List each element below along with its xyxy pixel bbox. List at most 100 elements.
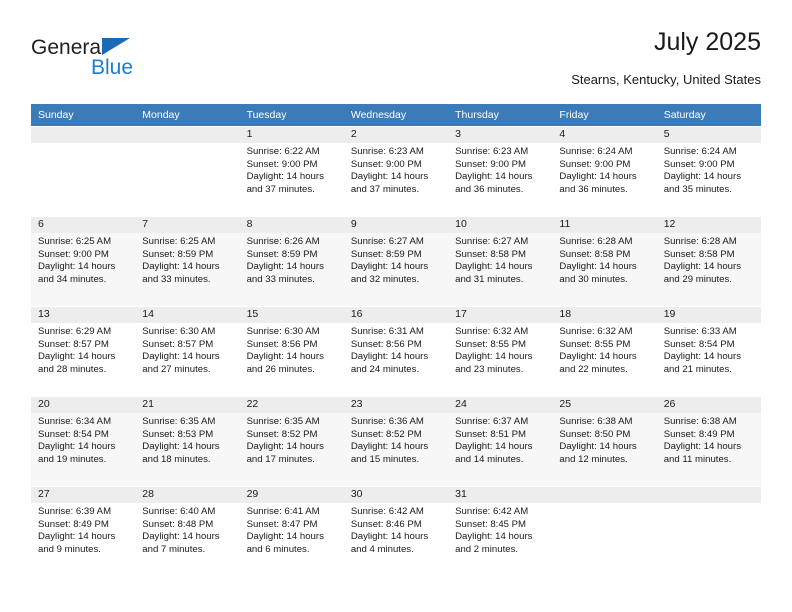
daylight-minutes-text: and 32 minutes. bbox=[350, 273, 420, 285]
calendar-day-cell[interactable]: 6 Sunrise: 6:25 AM Sunset: 9:00 PM Daylight… bbox=[31, 216, 136, 306]
daylight-text: Daylight: 14 hours bbox=[246, 531, 324, 543]
calendar-day-cell[interactable]: 17 Sunrise: 6:32 AM Sunset: 8:55 PM Dayligh… bbox=[448, 306, 553, 396]
daylight-minutes-text: and 31 minutes. bbox=[455, 273, 524, 285]
sunrise-text: Sunrise: 6:38 AM bbox=[559, 416, 633, 427]
day-cell-inner bbox=[31, 126, 136, 216]
sunrise-text: Sunrise: 6:35 AM bbox=[246, 416, 320, 427]
calendar-day-cell[interactable]: 16 Sunrise: 6:31 AM Sunset: 8:56 PM Dayligh… bbox=[343, 306, 449, 396]
day-number: 23 bbox=[343, 396, 449, 413]
calendar-day-cell[interactable]: 1 Sunrise: 6:22 AM Sunset: 9:00 PM Daylight… bbox=[239, 126, 344, 216]
calendar-day-cell[interactable]: 2 Sunrise: 6:23 AM Sunset: 9:00 PM Daylight… bbox=[343, 126, 449, 216]
day-number: 15 bbox=[239, 306, 344, 323]
sunset-text: Sunset: 8:51 PM bbox=[455, 428, 527, 440]
calendar-day-cell[interactable]: 11 Sunrise: 6:28 AM Sunset: 8:58 PM Dayligh… bbox=[552, 216, 657, 306]
sunrise-text: Sunrise: 6:37 AM bbox=[455, 416, 529, 427]
calendar-day-cell[interactable]: 21 Sunrise: 6:35 AM Sunset: 8:53 PM Dayligh… bbox=[135, 396, 240, 486]
sunset-text: Sunset: 8:56 PM bbox=[246, 338, 318, 350]
day-details: Sunrise: 6:34 AM Sunset: 8:54 PM Daylight:… bbox=[31, 413, 135, 466]
calendar-day-cell[interactable]: 29 Sunrise: 6:41 AM Sunset: 8:47 PM Dayligh… bbox=[239, 486, 344, 576]
daylight-minutes-text: and 36 minutes. bbox=[559, 183, 628, 195]
daylight-text: Daylight: 14 hours bbox=[350, 171, 429, 183]
sunset-text: Sunset: 9:00 PM bbox=[559, 158, 631, 170]
general-blue-logo[interactable]: General Blue bbox=[31, 36, 211, 92]
day-number: 29 bbox=[239, 486, 344, 503]
calendar-day-cell[interactable]: 14 Sunrise: 6:30 AM Sunset: 8:57 PM Dayligh… bbox=[135, 306, 240, 396]
calendar-day-cell[interactable]: 9 Sunrise: 6:27 AM Sunset: 8:59 PM Daylight… bbox=[343, 216, 449, 306]
day-cell-inner: 24 Sunrise: 6:37 AM Sunset: 8:51 PM Dayligh… bbox=[448, 396, 553, 486]
calendar-day-cell[interactable]: 19 Sunrise: 6:33 AM Sunset: 8:54 PM Dayligh… bbox=[656, 306, 761, 396]
calendar-day-cell[interactable]: 25 Sunrise: 6:38 AM Sunset: 8:50 PM Dayligh… bbox=[552, 396, 657, 486]
sunset-text: Sunset: 8:46 PM bbox=[350, 518, 422, 530]
day-cell-inner: 7 Sunrise: 6:25 AM Sunset: 8:59 PM Daylight… bbox=[135, 216, 240, 306]
sunset-text: Sunset: 8:58 PM bbox=[455, 248, 527, 260]
daylight-minutes-text: and 18 minutes. bbox=[142, 453, 211, 465]
calendar-day-cell[interactable]: 27 Sunrise: 6:39 AM Sunset: 8:49 PM Dayligh… bbox=[31, 486, 136, 576]
calendar-day-cell[interactable]: 5 Sunrise: 6:24 AM Sunset: 9:00 PM Daylight… bbox=[656, 126, 761, 216]
daylight-text: Daylight: 14 hours bbox=[246, 171, 324, 183]
cell-divider bbox=[448, 126, 553, 127]
calendar-day-cell[interactable]: 13 Sunrise: 6:29 AM Sunset: 8:57 PM Dayligh… bbox=[31, 306, 136, 396]
calendar-day-cell[interactable]: 23 Sunrise: 6:36 AM Sunset: 8:52 PM Dayligh… bbox=[343, 396, 449, 486]
day-details: Sunrise: 6:26 AM Sunset: 8:59 PM Daylight:… bbox=[240, 233, 344, 286]
calendar-day-cell[interactable]: 20 Sunrise: 6:34 AM Sunset: 8:54 PM Dayligh… bbox=[31, 396, 136, 486]
cell-divider bbox=[135, 396, 240, 397]
sunrise-text: Sunrise: 6:30 AM bbox=[246, 326, 320, 337]
daylight-minutes-text: and 14 minutes. bbox=[455, 453, 524, 465]
sunrise-text: Sunrise: 6:32 AM bbox=[559, 326, 633, 337]
sunrise-text: Sunrise: 6:26 AM bbox=[246, 236, 320, 247]
calendar-day-cell[interactable]: 30 Sunrise: 6:42 AM Sunset: 8:46 PM Dayligh… bbox=[343, 486, 449, 576]
daylight-minutes-text: and 33 minutes. bbox=[246, 273, 315, 285]
day-number: 19 bbox=[656, 306, 761, 323]
daylight-text: Daylight: 14 hours bbox=[455, 261, 533, 273]
calendar-day-cell[interactable]: 31 Sunrise: 6:42 AM Sunset: 8:45 PM Dayligh… bbox=[448, 486, 553, 576]
daylight-minutes-text: and 15 minutes. bbox=[350, 453, 420, 465]
daylight-text: Daylight: 14 hours bbox=[663, 261, 742, 273]
daylight-text: Daylight: 14 hours bbox=[455, 531, 533, 543]
calendar-day-cell[interactable]: 28 Sunrise: 6:40 AM Sunset: 8:48 PM Dayligh… bbox=[135, 486, 240, 576]
calendar-empty-cell bbox=[135, 126, 240, 216]
day-details bbox=[657, 503, 761, 506]
calendar-day-cell[interactable]: 4 Sunrise: 6:24 AM Sunset: 9:00 PM Daylight… bbox=[552, 126, 657, 216]
day-details: Sunrise: 6:25 AM Sunset: 9:00 PM Daylight:… bbox=[31, 233, 135, 286]
calendar-day-cell[interactable]: 24 Sunrise: 6:37 AM Sunset: 8:51 PM Dayligh… bbox=[448, 396, 553, 486]
weekday-header-wednesday: Wednesday bbox=[343, 104, 449, 126]
day-number bbox=[552, 486, 657, 503]
cell-divider bbox=[343, 486, 449, 487]
day-details: Sunrise: 6:42 AM Sunset: 8:45 PM Daylight:… bbox=[448, 503, 552, 556]
daylight-minutes-text: and 34 minutes. bbox=[38, 273, 107, 285]
day-cell-inner: 14 Sunrise: 6:30 AM Sunset: 8:57 PM Dayligh… bbox=[135, 306, 240, 396]
calendar-day-cell[interactable]: 15 Sunrise: 6:30 AM Sunset: 8:56 PM Dayligh… bbox=[239, 306, 344, 396]
day-cell-inner: 23 Sunrise: 6:36 AM Sunset: 8:52 PM Dayligh… bbox=[343, 396, 449, 486]
daylight-text: Daylight: 14 hours bbox=[455, 171, 533, 183]
cell-divider bbox=[239, 306, 344, 307]
calendar-day-cell[interactable]: 8 Sunrise: 6:26 AM Sunset: 8:59 PM Daylight… bbox=[239, 216, 344, 306]
daylight-text: Daylight: 14 hours bbox=[142, 351, 220, 363]
cell-divider bbox=[656, 216, 761, 217]
sunset-text: Sunset: 8:48 PM bbox=[142, 518, 214, 530]
calendar-body: 1 Sunrise: 6:22 AM Sunset: 9:00 PM Daylight… bbox=[31, 126, 761, 576]
daylight-minutes-text: and 9 minutes. bbox=[38, 543, 101, 555]
daylight-minutes-text: and 23 minutes. bbox=[455, 363, 524, 375]
day-number: 3 bbox=[448, 126, 553, 143]
cell-divider bbox=[656, 486, 761, 487]
sunrise-text: Sunrise: 6:40 AM bbox=[142, 506, 216, 517]
calendar-day-cell[interactable]: 3 Sunrise: 6:23 AM Sunset: 9:00 PM Daylight… bbox=[448, 126, 553, 216]
day-number: 7 bbox=[135, 216, 240, 233]
calendar-day-cell[interactable]: 10 Sunrise: 6:27 AM Sunset: 8:58 PM Dayligh… bbox=[448, 216, 553, 306]
sunrise-sunset-calendar: Sunday Monday Tuesday Wednesday Thursday Frid… bbox=[31, 104, 761, 576]
calendar-week-row: 20 Sunrise: 6:34 AM Sunset: 8:54 PM Dayligh… bbox=[31, 396, 761, 486]
calendar-day-cell[interactable]: 18 Sunrise: 6:32 AM Sunset: 8:55 PM Dayligh… bbox=[552, 306, 657, 396]
day-cell-inner: 16 Sunrise: 6:31 AM Sunset: 8:56 PM Dayligh… bbox=[343, 306, 449, 396]
daylight-text: Daylight: 14 hours bbox=[663, 351, 742, 363]
daylight-text: Daylight: 14 hours bbox=[142, 531, 220, 543]
calendar-day-cell[interactable]: 7 Sunrise: 6:25 AM Sunset: 8:59 PM Daylight… bbox=[135, 216, 240, 306]
sunrise-text: Sunrise: 6:28 AM bbox=[663, 236, 737, 247]
day-number: 8 bbox=[239, 216, 344, 233]
calendar-day-cell[interactable]: 22 Sunrise: 6:35 AM Sunset: 8:52 PM Dayligh… bbox=[239, 396, 344, 486]
daylight-minutes-text: and 17 minutes. bbox=[246, 453, 315, 465]
calendar-day-cell[interactable]: 12 Sunrise: 6:28 AM Sunset: 8:58 PM Dayligh… bbox=[656, 216, 761, 306]
calendar-day-cell[interactable]: 26 Sunrise: 6:38 AM Sunset: 8:49 PM Dayligh… bbox=[656, 396, 761, 486]
weekday-header-row: Sunday Monday Tuesday Wednesday Thursday Frid… bbox=[31, 104, 761, 126]
day-details: Sunrise: 6:30 AM Sunset: 8:57 PM Daylight:… bbox=[135, 323, 239, 376]
daylight-text: Daylight: 14 hours bbox=[559, 351, 637, 363]
